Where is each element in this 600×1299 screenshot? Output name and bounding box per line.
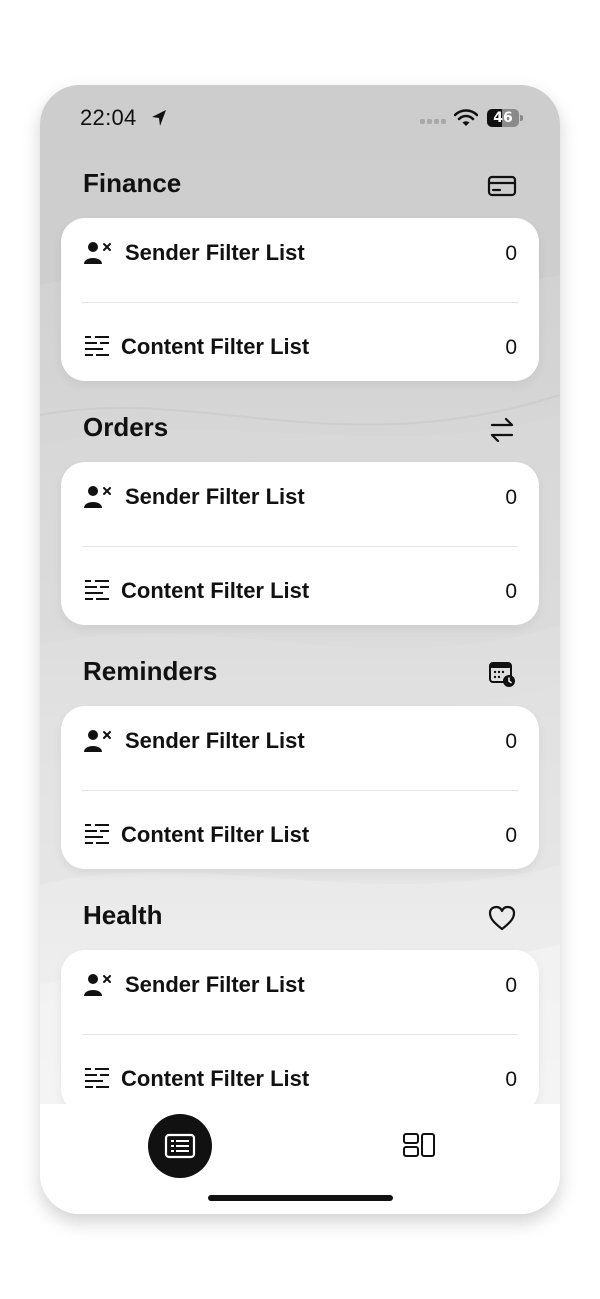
cellular-signal-icon — [420, 119, 446, 124]
location-arrow-icon — [152, 110, 166, 126]
content-filter-count: 0 — [505, 336, 517, 359]
content-filter-count: 0 — [505, 1068, 517, 1091]
home-indicator[interactable] — [208, 1195, 393, 1201]
sender-filter-row[interactable]: Sender Filter List 0 — [61, 467, 539, 527]
filter-card-reminders: Sender Filter List 0 Content Filter List… — [61, 706, 539, 869]
sender-filter-row[interactable]: Sender Filter List 0 — [61, 223, 539, 283]
person-block-icon — [84, 730, 111, 752]
person-block-icon — [84, 486, 111, 508]
content-filter-row[interactable]: Content Filter List 0 — [61, 561, 539, 621]
status-time: 22:04 — [80, 105, 137, 130]
content-filter-row[interactable]: Content Filter List 0 — [61, 1049, 539, 1109]
sender-filter-label: Sender Filter List — [125, 972, 305, 997]
row-divider — [82, 1034, 518, 1035]
battery-level: 46 — [493, 110, 513, 126]
content-filter-label: Content Filter List — [121, 334, 310, 359]
calendar-clock-icon — [489, 662, 515, 687]
wifi-icon — [454, 109, 478, 126]
phone-screen: 22:04 46 Finance Sender Filter List 0 Co… — [40, 85, 560, 1214]
section-title-health: Health — [83, 900, 163, 930]
sender-filter-label: Sender Filter List — [125, 728, 305, 753]
content-filter-label: Content Filter List — [121, 578, 310, 603]
widgets-icon[interactable] — [402, 1132, 436, 1158]
tab-bar — [40, 1104, 560, 1214]
sender-filter-count: 0 — [505, 242, 517, 265]
content-filter-label: Content Filter List — [121, 822, 310, 847]
content-filter-row[interactable]: Content Filter List 0 — [61, 317, 539, 377]
sender-filter-label: Sender Filter List — [125, 240, 305, 265]
sender-filter-count: 0 — [505, 486, 517, 509]
sender-filter-count: 0 — [505, 974, 517, 997]
list-icon — [164, 1133, 196, 1159]
filter-card-orders: Sender Filter List 0 Content Filter List… — [61, 462, 539, 625]
sender-filter-row[interactable]: Sender Filter List 0 — [61, 955, 539, 1015]
text-filter-icon — [85, 1068, 109, 1088]
filter-card-finance: Sender Filter List 0 Content Filter List… — [61, 218, 539, 381]
heart-icon — [488, 905, 516, 931]
text-filter-icon — [85, 580, 109, 600]
battery-icon: 46 — [487, 109, 523, 127]
content-filter-count: 0 — [505, 580, 517, 603]
arrows-swap-icon — [490, 417, 514, 443]
status-bar: 22:04 46 — [40, 85, 560, 155]
tab-filter-lists[interactable] — [148, 1114, 212, 1178]
row-divider — [82, 546, 518, 547]
content-filter-count: 0 — [505, 824, 517, 847]
sender-filter-label: Sender Filter List — [125, 484, 305, 509]
section-title-finance: Finance — [83, 168, 182, 198]
section-title-reminders: Reminders — [83, 656, 218, 686]
filter-card-health: Sender Filter List 0 Content Filter List… — [61, 950, 539, 1113]
content-filter-row[interactable]: Content Filter List 0 — [61, 805, 539, 865]
text-filter-icon — [85, 824, 109, 844]
person-block-icon — [84, 974, 111, 996]
person-block-icon — [84, 242, 111, 264]
row-divider — [82, 790, 518, 791]
content-filter-label: Content Filter List — [121, 1066, 310, 1091]
text-filter-icon — [85, 336, 109, 356]
row-divider — [82, 302, 518, 303]
sender-filter-row[interactable]: Sender Filter List 0 — [61, 711, 539, 771]
section-title-orders: Orders — [83, 412, 169, 442]
sender-filter-count: 0 — [505, 730, 517, 753]
credit-card-icon — [487, 175, 517, 197]
